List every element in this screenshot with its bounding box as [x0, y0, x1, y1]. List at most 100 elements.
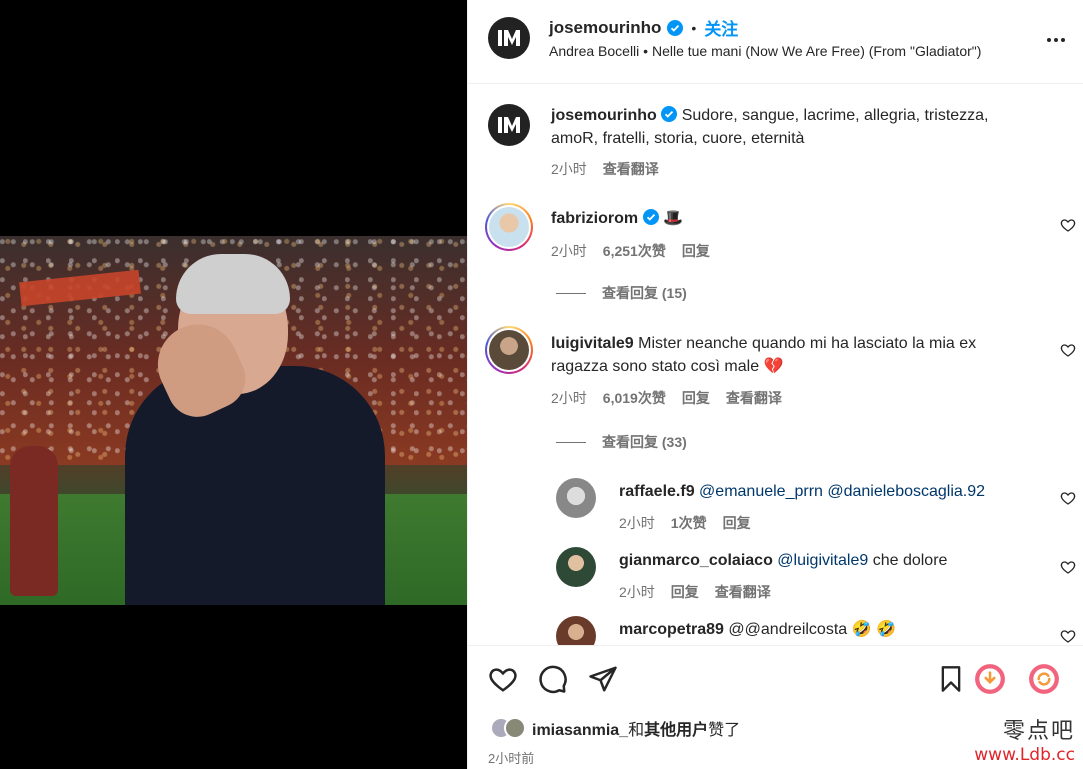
reply-avatar[interactable] — [556, 616, 596, 645]
watermark-line1: 零点吧 — [1002, 719, 1075, 744]
comment-time[interactable]: 2小时 — [551, 241, 587, 261]
audio-track-link[interactable]: Andrea Bocelli • Nelle tue mani (Now We … — [549, 43, 981, 59]
comment-text: 🎩 — [663, 210, 683, 227]
caption-translate-link[interactable]: 查看翻译 — [603, 159, 659, 179]
comment-time[interactable]: 2小时 — [551, 388, 587, 408]
reply-time[interactable]: 2小时 — [619, 582, 655, 602]
man-shirt — [125, 366, 385, 605]
caption-text-block: josemourinho Sudore, sangue, lacrime, al… — [551, 104, 1031, 150]
reply-avatar[interactable] — [556, 478, 596, 518]
reply-mentions[interactable]: @emanuele_prrn @danieleboscaglia.92 — [699, 483, 985, 500]
comment-reply-button[interactable]: 回复 — [682, 388, 710, 408]
liked-by-others[interactable]: 其他用户 — [644, 722, 708, 739]
share-icon — [589, 666, 617, 692]
like-button[interactable] — [486, 662, 520, 696]
reply-meta: 2小时 回复 查看翻译 — [619, 582, 771, 602]
comments-list[interactable]: josemourinho Sudore, sangue, lacrime, al… — [468, 84, 1083, 645]
post-photo[interactable] — [0, 236, 467, 605]
replies-divider — [556, 441, 586, 443]
download-circle-icon — [975, 664, 1005, 694]
bookmark-icon — [941, 666, 961, 692]
save-button[interactable] — [934, 662, 968, 696]
view-replies-button[interactable]: 查看回复 (15) — [556, 283, 687, 303]
jm-logo-icon — [498, 30, 520, 46]
post-caption: josemourinho Sudore, sangue, lacrime, al… — [468, 84, 1083, 184]
verified-badge-icon — [661, 106, 678, 122]
comment-text-block: fabriziorom 🎩 — [551, 207, 683, 230]
liked-by-tail: 赞了 — [708, 722, 741, 739]
replies-divider — [556, 292, 586, 294]
reply-likes[interactable]: 1次赞 — [671, 513, 707, 533]
site-watermark: 零点吧 www.Ldb.cc — [974, 713, 1075, 765]
comment-likes[interactable]: 6,019次赞 — [603, 388, 666, 408]
reply-username[interactable]: marcopetra89 — [619, 621, 724, 638]
comment-item: fabriziorom 🎩 2小时 6,251次赞 回复 查看回复 (15) — [468, 199, 1083, 309]
reply-text-block: gianmarco_colaiaco @luigivitale9 che dol… — [619, 549, 947, 572]
author-row: josemourinho • 关注 — [549, 15, 738, 40]
caption-username[interactable]: josemourinho — [551, 107, 657, 124]
heart-outline-small-icon[interactable] — [1060, 490, 1076, 506]
liked-by-summary[interactable]: imiasanmia_和其他用户赞了 — [490, 716, 740, 740]
verified-badge-icon — [642, 209, 659, 225]
post-media-pane — [0, 0, 467, 769]
jm-logo-icon — [498, 117, 520, 133]
liked-by-avatars — [490, 717, 526, 739]
more-options-icon[interactable] — [1044, 28, 1068, 52]
heart-icon — [489, 668, 517, 692]
reply-item: raffaele.f9 @emanuele_prrn @danielebosca… — [468, 476, 1083, 542]
share-button[interactable] — [586, 662, 620, 696]
comment-username[interactable]: fabriziorom — [551, 210, 638, 227]
comment-username[interactable]: luigivitale9 — [551, 335, 634, 352]
reply-text: che dolore — [868, 552, 948, 569]
verified-badge-icon — [667, 19, 684, 36]
commenter-avatar[interactable] — [485, 203, 533, 251]
caption-avatar[interactable] — [488, 104, 530, 146]
reply-text-block: raffaele.f9 @emanuele_prrn @danielebosca… — [619, 480, 985, 503]
reply-translate-link[interactable]: 查看翻译 — [715, 582, 771, 602]
liked-by-username[interactable]: imiasanmia_ — [532, 722, 628, 739]
background-person — [10, 446, 58, 596]
heart-outline-small-icon[interactable] — [1060, 628, 1076, 644]
caption-time[interactable]: 2小时 — [551, 159, 587, 179]
repost-extension-button[interactable] — [1027, 662, 1061, 696]
reply-text-block: marcopetra89 @@andreilcosta 🤣 🤣 — [619, 618, 896, 641]
watermark-line2: www.Ldb.cc — [974, 745, 1075, 765]
man-hair — [176, 254, 290, 314]
liked-by-and: 和 — [628, 722, 645, 739]
comment-button[interactable] — [536, 662, 570, 696]
reply-mention[interactable]: @@andreilcosta — [728, 621, 847, 638]
reply-time[interactable]: 2小时 — [619, 513, 655, 533]
heart-outline-small-icon[interactable] — [1060, 342, 1076, 358]
comment-icon — [539, 665, 567, 694]
comment-reply-button[interactable]: 回复 — [682, 241, 710, 261]
follow-button[interactable]: 关注 — [704, 15, 738, 40]
post-header: josemourinho • 关注 Andrea Bocelli • Nelle… — [468, 0, 1083, 84]
comment-translate-link[interactable]: 查看翻译 — [726, 388, 782, 408]
heart-outline-small-icon[interactable] — [1060, 559, 1076, 575]
heart-outline-small-icon[interactable] — [1060, 217, 1076, 233]
download-extension-button[interactable] — [973, 662, 1007, 696]
view-replies-label: 查看回复 (15) — [602, 285, 687, 301]
comment-likes[interactable]: 6,251次赞 — [603, 241, 666, 261]
post-details-panel: josemourinho • 关注 Andrea Bocelli • Nelle… — [467, 0, 1083, 769]
commenter-avatar[interactable] — [485, 326, 533, 374]
reply-meta: 2小时 1次赞 回复 — [619, 513, 751, 533]
author-username[interactable]: josemourinho — [549, 18, 661, 38]
view-replies-button[interactable]: 查看回复 (33) — [556, 432, 687, 452]
author-avatar[interactable] — [488, 17, 530, 59]
caption-meta: 2小时 查看翻译 — [551, 159, 659, 179]
post-timestamp[interactable]: 2小时前 — [488, 748, 534, 767]
reply-text: 🤣 🤣 — [847, 621, 896, 638]
comment-text-block: luigivitale9 Mister neanche quando mi ha… — [551, 332, 1021, 378]
comment-meta: 2小时 6,019次赞 回复 查看翻译 — [551, 388, 782, 408]
separator-dot: • — [691, 19, 697, 36]
reply-reply-button[interactable]: 回复 — [671, 582, 699, 602]
reply-mention[interactable]: @luigivitale9 — [777, 552, 868, 569]
comment-meta: 2小时 6,251次赞 回复 — [551, 241, 710, 261]
reply-avatar[interactable] — [556, 547, 596, 587]
reply-username[interactable]: raffaele.f9 — [619, 483, 695, 500]
reply-username[interactable]: gianmarco_colaiaco — [619, 552, 773, 569]
repost-circle-icon — [1029, 664, 1059, 694]
reply-reply-button[interactable]: 回复 — [723, 513, 751, 533]
reply-item: marcopetra89 @@andreilcosta 🤣 🤣 — [468, 614, 1083, 645]
